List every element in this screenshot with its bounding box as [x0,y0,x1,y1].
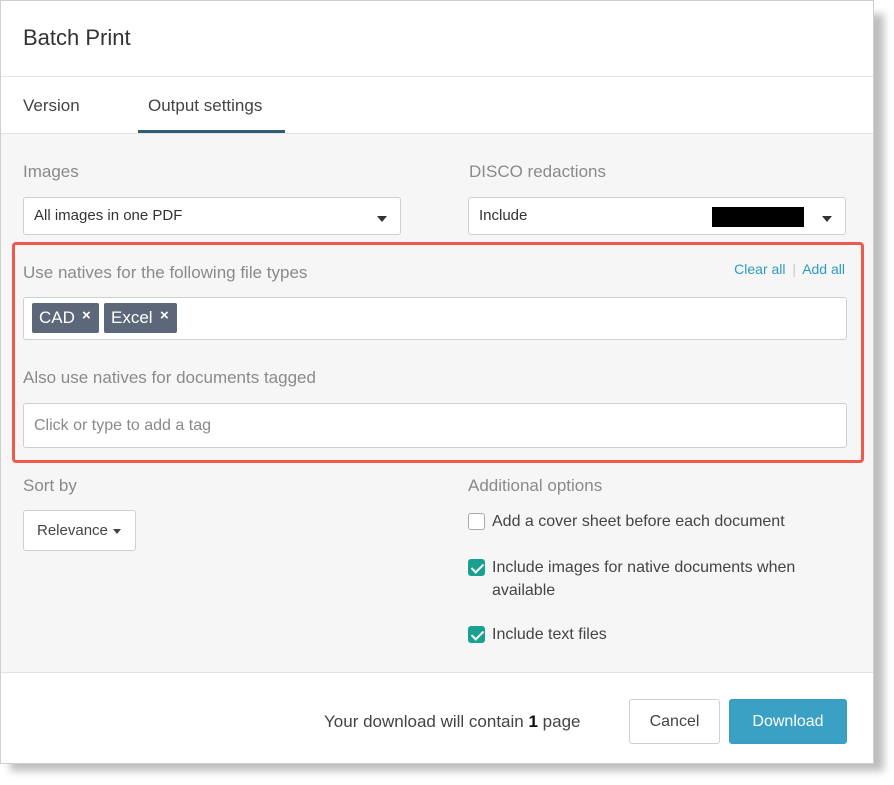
cancel-button[interactable]: Cancel [629,699,720,744]
dialog-footer: Your download will contain 1 page Cancel… [1,672,873,763]
option-label: Include text files [492,626,607,643]
file-types-tag-box[interactable]: CAD × Excel × [23,297,847,340]
chip-label: Excel [111,308,153,327]
additional-options-label: Additional options [468,476,603,495]
images-select[interactable]: All images in one PDF [23,197,401,235]
close-icon[interactable]: × [82,307,91,324]
caret-down-icon [113,529,121,534]
clear-all-link[interactable]: Clear all [734,261,785,277]
images-select-value: All images in one PDF [34,207,183,224]
link-separator: | [792,261,797,277]
download-button[interactable]: Download [729,699,847,744]
output-settings-panel: Images All images in one PDF DISCO redac… [1,134,873,672]
close-icon[interactable]: × [160,307,169,324]
file-type-chip-excel: Excel × [104,303,177,333]
disco-select-value: Include [479,207,528,224]
tag-input-field [23,403,847,448]
sort-by-dropdown[interactable]: Relevance [23,510,136,551]
checkmark-icon[interactable] [468,626,485,643]
tab-output-settings[interactable]: Output settings [148,96,262,116]
tab-version[interactable]: Version [23,96,80,116]
redaction-block [712,207,804,227]
disco-redactions-label: DISCO redactions [469,162,606,181]
natives-actions: Clear all | Add all [734,261,845,277]
option-include-images[interactable]: Include images for native documents when… [468,556,848,604]
chip-label: CAD [39,308,75,327]
dialog-title: Batch Print [23,25,131,50]
option-label: Include images for native documents when… [492,559,796,599]
summary-suffix: page [542,712,581,731]
natives-file-types-label: Use natives for the following file types [23,263,308,282]
tab-bar: Version Output settings [1,77,873,134]
caret-down-icon [822,216,832,222]
active-tab-indicator [138,130,285,133]
batch-print-dialog: Batch Print Version Output settings Imag… [0,0,874,764]
sort-by-value: Relevance [37,522,108,539]
summary-prefix: Your download will contain [324,712,524,731]
tagged-documents-label: Also use natives for documents tagged [23,368,316,387]
checkmark-icon[interactable] [468,559,485,576]
tag-input[interactable] [25,405,845,446]
page-count: 1 [528,712,538,731]
download-summary: Your download will contain 1 page [324,712,581,732]
images-label: Images [23,162,79,181]
checkbox-cover-sheet[interactable] [468,513,485,530]
option-label: Add a cover sheet before each document [492,513,785,530]
sort-by-label: Sort by [23,476,77,495]
caret-down-icon [377,216,387,222]
file-type-chip-cad: CAD × [32,303,99,333]
disco-redactions-select[interactable]: Include [468,197,846,235]
add-all-link[interactable]: Add all [802,261,845,277]
dialog-header: Batch Print [1,1,873,77]
